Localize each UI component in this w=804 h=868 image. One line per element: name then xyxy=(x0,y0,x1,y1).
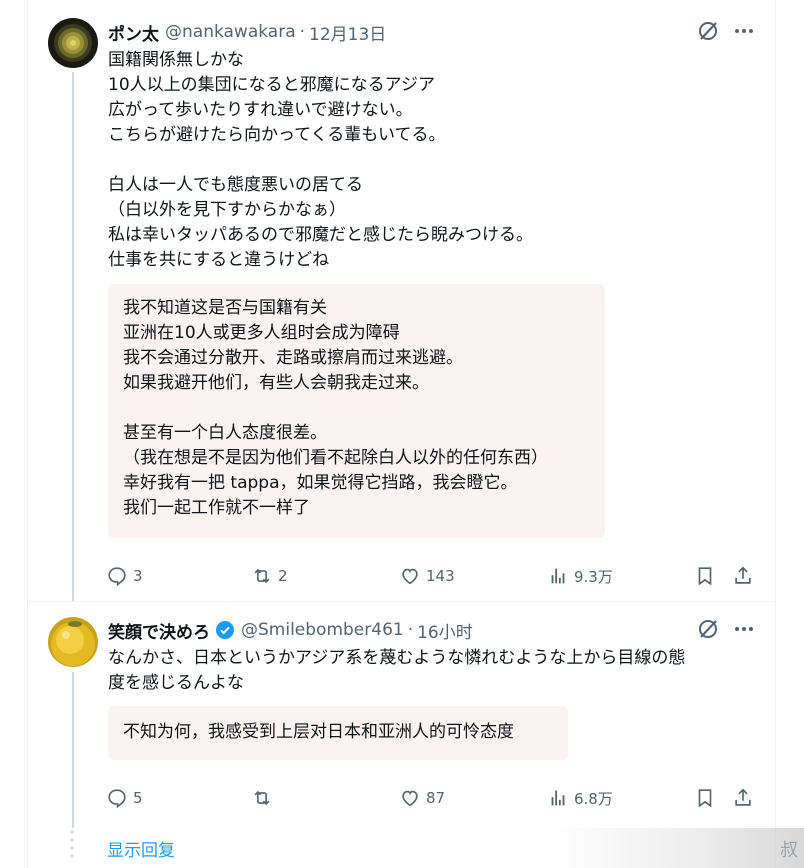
display-name[interactable]: ポン太 xyxy=(108,20,159,45)
bookmark-icon xyxy=(698,789,712,808)
tweet-text: なんかさ、日本というかアジア系を蔑むような憐れむような上から目線の態 度を感じる… xyxy=(108,648,686,693)
action-bar: 3 2 143 9.3万 xyxy=(106,563,755,589)
repost-button[interactable] xyxy=(251,785,278,811)
tweet-header: ポン太 @nankawakara · 12月13日 xyxy=(108,20,755,47)
avatar[interactable] xyxy=(48,617,98,667)
like-button[interactable]: 87 xyxy=(399,785,445,811)
tweet[interactable]: 笑顔で決めろ @Smilebomber461 · 16小时 なんかさ、日本という… xyxy=(28,602,775,828)
thread-continuation-dots xyxy=(70,828,74,862)
like-button[interactable]: 143 xyxy=(399,563,455,589)
thread-line xyxy=(72,72,74,601)
more-options-icon[interactable] xyxy=(733,20,755,47)
views-button[interactable]: 6.8万 xyxy=(547,785,613,811)
heart-icon xyxy=(402,568,418,585)
analytics-icon xyxy=(551,568,565,584)
repost-icon xyxy=(254,568,270,584)
header-icons xyxy=(697,618,755,645)
view-count: 6.8万 xyxy=(574,789,613,808)
like-count: 143 xyxy=(426,567,455,585)
reply-icon xyxy=(108,567,126,587)
reply-button[interactable]: 5 xyxy=(106,785,143,811)
grok-icon[interactable] xyxy=(697,618,719,645)
user-handle[interactable]: @nankawakara xyxy=(165,22,296,42)
reply-count: 3 xyxy=(133,567,143,585)
share-button[interactable] xyxy=(732,785,754,811)
reply-icon xyxy=(108,789,126,809)
more-options-icon[interactable] xyxy=(733,618,755,645)
verified-badge-icon xyxy=(215,620,235,640)
separator-dot: · xyxy=(407,620,414,640)
action-bar: 5 87 6.8万 xyxy=(106,785,755,811)
timestamp[interactable]: 12月13日 xyxy=(309,20,386,45)
display-name[interactable]: 笑顔で決めろ xyxy=(108,618,210,643)
repost-icon xyxy=(254,790,270,806)
watermark: 叔 xyxy=(554,828,804,868)
avatar[interactable] xyxy=(48,18,98,68)
grok-icon[interactable] xyxy=(697,20,719,47)
share-icon xyxy=(735,788,751,806)
bookmark-button[interactable] xyxy=(694,785,716,811)
share-icon xyxy=(735,566,751,584)
tweet-header: 笑顔で決めろ @Smilebomber461 · 16小时 xyxy=(108,618,755,645)
reply-count: 5 xyxy=(133,789,143,807)
user-handle[interactable]: @Smilebomber461 xyxy=(241,620,404,640)
translation-box: 我不知道这是否与国籍有关 亚洲在10人或更多人组时会成为障碍 我不会通过分散开、… xyxy=(108,284,605,538)
view-count: 9.3万 xyxy=(574,567,613,586)
tweet-text: 国籍関係無しかな 10人以上の集団になると邪魔になるアジア 広がって歩いたりすれ… xyxy=(108,50,533,270)
translation-box: 不知为何，我感受到上层对日本和亚洲人的可怜态度 xyxy=(108,706,568,760)
bookmark-icon xyxy=(698,567,712,586)
views-button[interactable]: 9.3万 xyxy=(547,563,613,589)
timeline-border-right xyxy=(775,0,776,868)
show-replies-link[interactable]: 显示回复 xyxy=(107,836,175,861)
repost-count: 2 xyxy=(278,567,288,585)
heart-icon xyxy=(402,790,418,807)
watermark-text: 叔 xyxy=(780,840,798,861)
reply-button[interactable]: 3 xyxy=(106,563,143,589)
separator-dot: · xyxy=(299,22,306,42)
bookmark-button[interactable] xyxy=(694,563,716,589)
timestamp[interactable]: 16小时 xyxy=(417,618,473,643)
thread-line xyxy=(72,672,74,828)
like-count: 87 xyxy=(426,789,446,807)
tweet[interactable]: ポン太 @nankawakara · 12月13日 国籍関係無しかな 10人以上… xyxy=(28,0,775,601)
analytics-icon xyxy=(551,790,565,806)
header-icons xyxy=(697,20,755,47)
share-button[interactable] xyxy=(732,563,754,589)
repost-button[interactable]: 2 xyxy=(251,563,288,589)
